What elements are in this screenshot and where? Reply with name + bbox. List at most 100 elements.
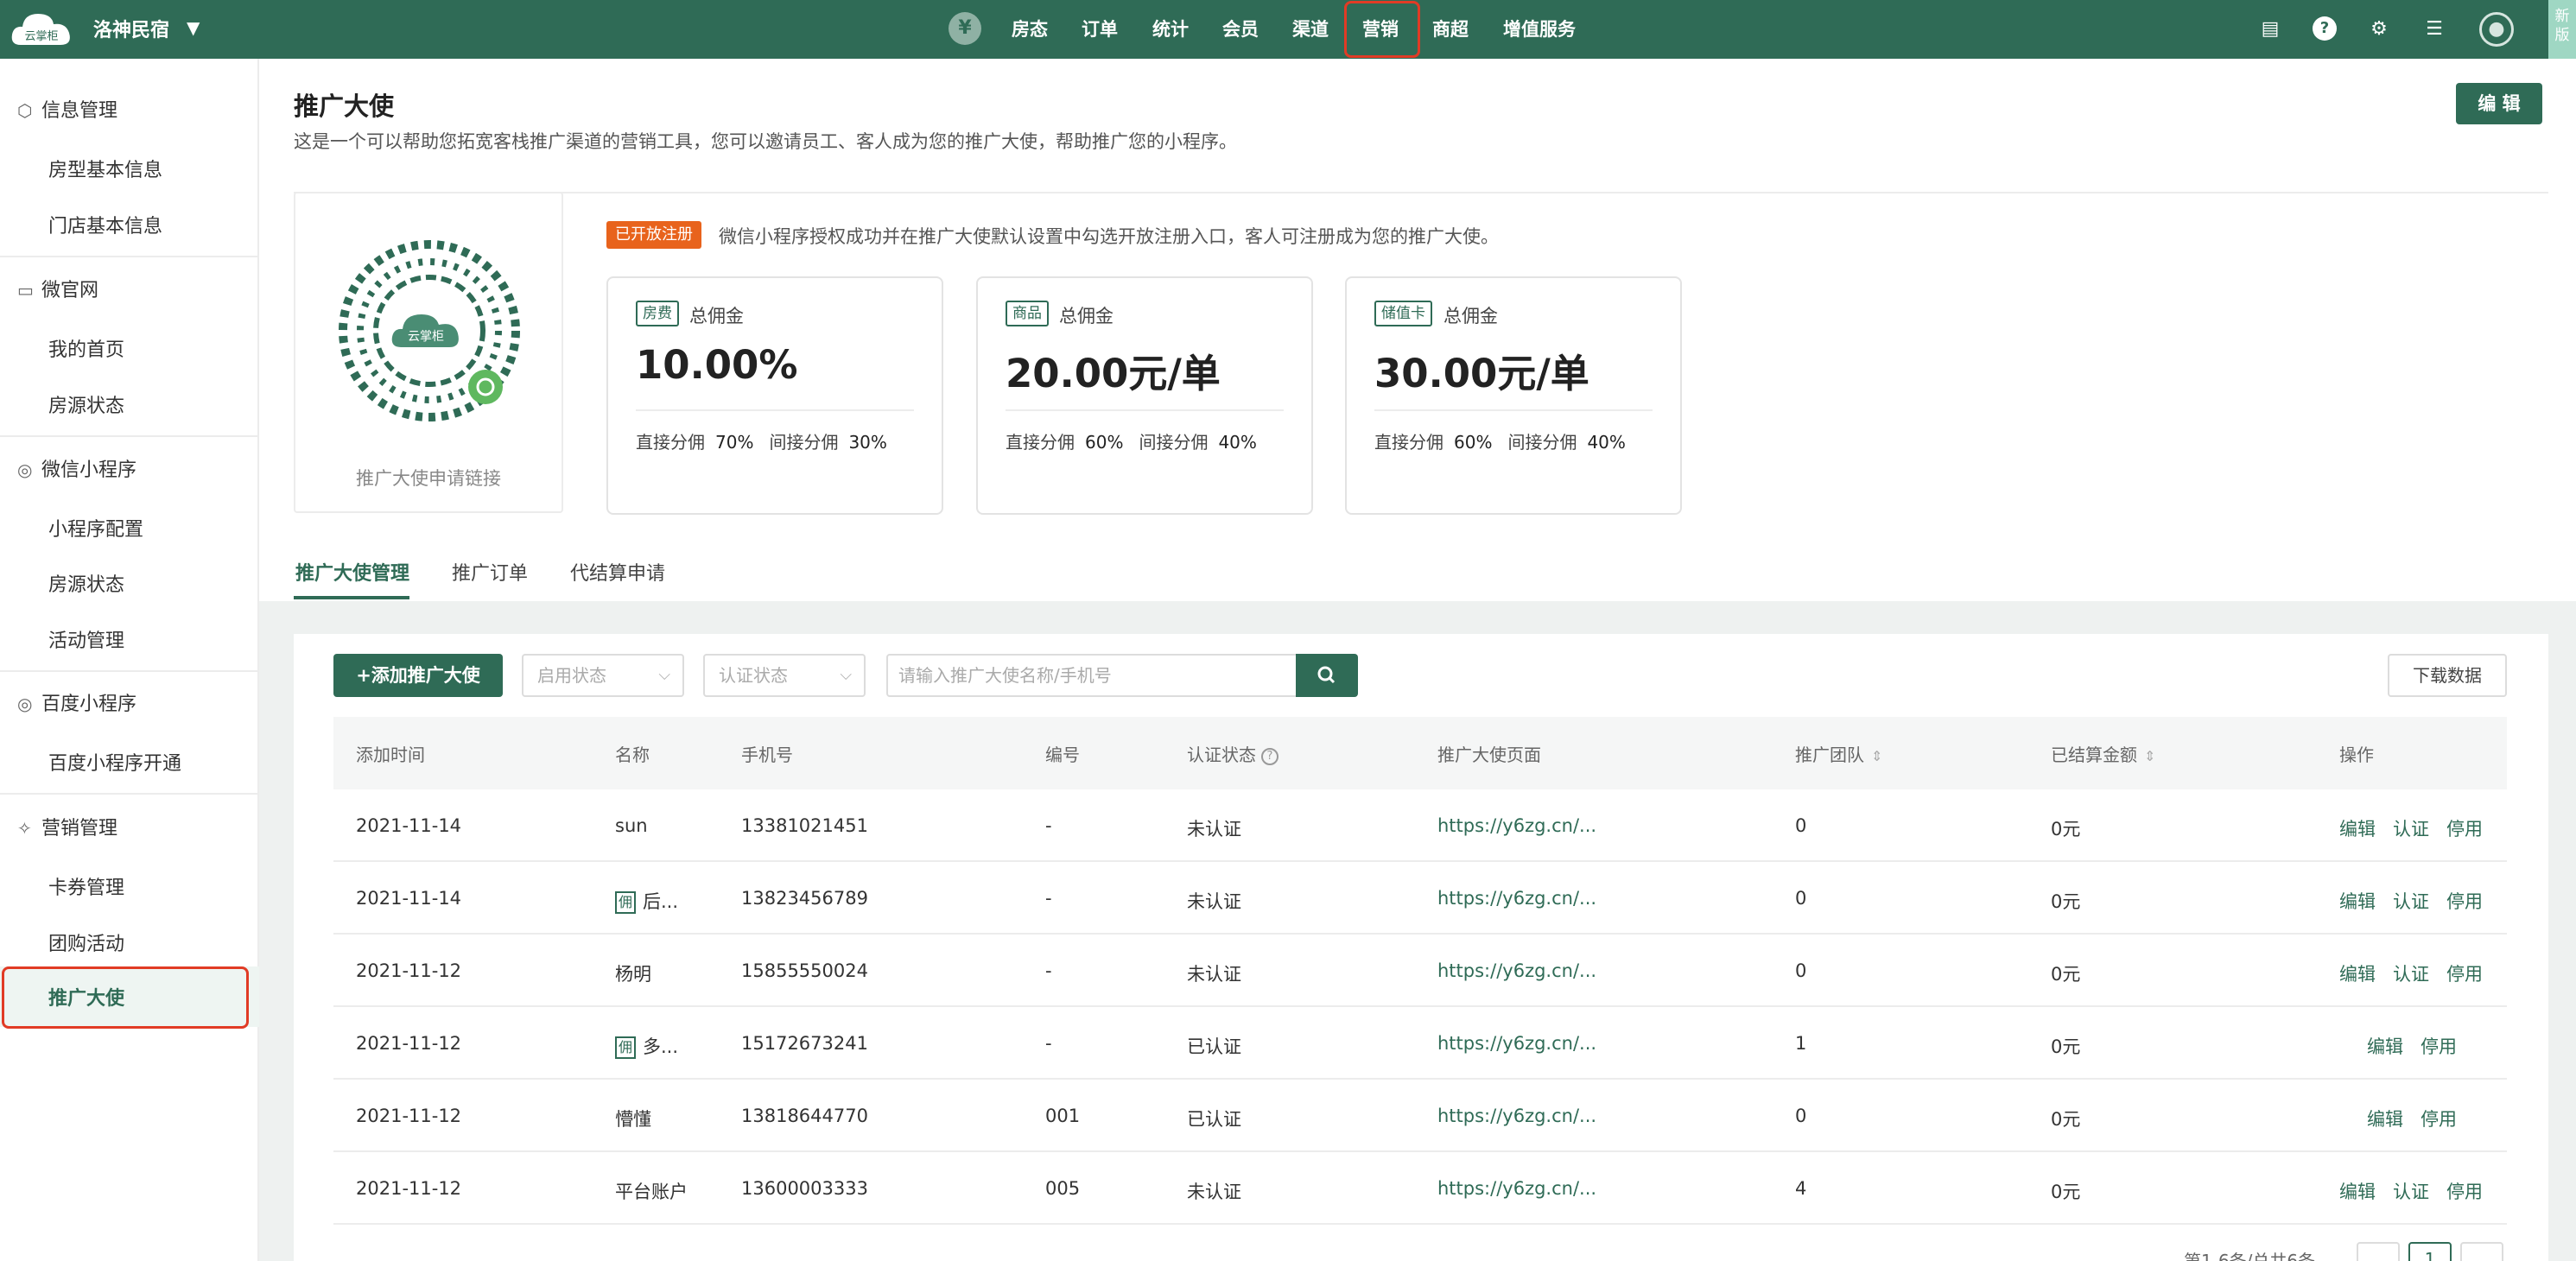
col-auth-status: 认证状态?: [1187, 741, 1278, 766]
disable-link[interactable]: 停用: [2421, 1033, 2457, 1059]
yen-icon[interactable]: ¥: [949, 12, 981, 45]
sort-icon[interactable]: ⇕: [1871, 748, 1882, 764]
sidebar-divider: [0, 793, 257, 795]
cell-date: 2021-11-12: [356, 960, 462, 981]
tab-promotion-orders[interactable]: 推广订单: [452, 558, 528, 586]
sidebar-item-home[interactable]: 我的首页: [48, 334, 124, 362]
cell-date: 2021-11-12: [356, 1106, 462, 1126]
sort-icon[interactable]: ⇕: [2144, 748, 2155, 764]
auth-status-select[interactable]: 认证状态 ⌵: [703, 654, 866, 697]
col-ambassador-page: 推广大使页面: [1437, 745, 1541, 765]
cloud-logo-icon[interactable]: 云掌柜: [9, 7, 74, 52]
enable-status-select[interactable]: 启用状态 ⌵: [522, 654, 684, 697]
nav-orders[interactable]: 订单: [1082, 16, 1118, 43]
verify-link[interactable]: 认证: [2393, 1178, 2429, 1204]
sidebar-section-baidu-mini[interactable]: ◎ 百度小程序: [17, 688, 136, 716]
cell-page-link[interactable]: https://y6zg.cn/...: [1437, 1106, 1596, 1126]
cell-phone: 13381021451: [741, 815, 868, 836]
prev-page-button[interactable]: [2357, 1242, 2400, 1261]
new-version-badge[interactable]: 新版: [2548, 0, 2576, 59]
nav-members[interactable]: 会员: [1222, 16, 1259, 43]
verify-link[interactable]: 认证: [2393, 960, 2429, 986]
sidebar-section-micro-site[interactable]: ▭ 微官网: [17, 275, 98, 302]
edit-link[interactable]: 编辑: [2339, 960, 2376, 986]
sidebar-item-coupons[interactable]: 卡券管理: [48, 872, 124, 900]
disable-link[interactable]: 停用: [2446, 1178, 2483, 1204]
next-page-button[interactable]: [2460, 1242, 2503, 1261]
cell-name: 平台账户: [615, 1182, 688, 1202]
col-settled-amount[interactable]: 已结算金额 ⇕: [2051, 741, 2155, 766]
edit-button[interactable]: 编 辑: [2456, 83, 2542, 124]
disable-link[interactable]: 停用: [2421, 1106, 2457, 1131]
disable-link[interactable]: 停用: [2446, 960, 2483, 986]
nav-channels[interactable]: 渠道: [1292, 16, 1329, 43]
cell-page-link[interactable]: https://y6zg.cn/...: [1437, 960, 1596, 981]
cell-amount: 0元: [2051, 964, 2081, 985]
sidebar-item-group-buy[interactable]: 团购活动: [48, 928, 124, 956]
cell-phone: 13600003333: [741, 1178, 868, 1199]
cell-phone: 13818644770: [741, 1106, 868, 1126]
search-input[interactable]: 请输入推广大使名称/手机号: [886, 654, 1298, 697]
sidebar-item-activity[interactable]: 活动管理: [48, 625, 124, 653]
nav-value-added[interactable]: 增值服务: [1503, 16, 1576, 43]
cell-team: 0: [1795, 888, 1807, 909]
question-circle-icon[interactable]: ?: [1261, 747, 1278, 765]
page-1-button[interactable]: 1: [2408, 1242, 2452, 1261]
edit-link[interactable]: 编辑: [2339, 815, 2376, 841]
sidebar-item-baidu-open[interactable]: 百度小程序开通: [48, 748, 181, 776]
message-icon[interactable]: ▤: [2256, 16, 2284, 43]
verify-link[interactable]: 认证: [2393, 815, 2429, 841]
disable-link[interactable]: 停用: [2446, 815, 2483, 841]
cell-phone: 13823456789: [741, 888, 868, 909]
add-ambassador-button[interactable]: +添加推广大使: [333, 654, 503, 697]
col-code: 编号: [1045, 745, 1080, 765]
section-title: 百度小程序: [41, 694, 137, 715]
nav-store[interactable]: 商超: [1432, 16, 1469, 43]
col-add-time: 添加时间: [356, 745, 425, 765]
edit-link[interactable]: 编辑: [2339, 888, 2376, 914]
sidebar-section-info[interactable]: ⬡ 信息管理: [17, 95, 117, 123]
tab-settlement-requests[interactable]: 代结算申请: [570, 558, 665, 586]
sidebar-item-room-source[interactable]: 房源状态: [48, 390, 124, 418]
stat-label: 总佣金: [689, 306, 744, 326]
avatar-icon[interactable]: ●: [2479, 12, 2514, 47]
page-description: 这是一个可以帮助您拓宽客栈推广渠道的营销工具，您可以邀请员工、客人成为您的推广大…: [294, 131, 1237, 152]
edit-link[interactable]: 编辑: [2339, 1178, 2376, 1204]
sidebar-item-store-info[interactable]: 门店基本信息: [48, 211, 162, 238]
nav-statistics[interactable]: 统计: [1152, 16, 1189, 43]
sidebar: [0, 59, 259, 1261]
cell-page-link[interactable]: https://y6zg.cn/...: [1437, 888, 1596, 909]
cell-name: 懵懂: [615, 1109, 651, 1130]
sidebar-item-mini-room-source[interactable]: 房源状态: [48, 569, 124, 597]
menu-icon[interactable]: ☰: [2421, 16, 2448, 43]
edit-link[interactable]: 编辑: [2367, 1033, 2403, 1059]
stat-divider: [636, 409, 914, 411]
sidebar-section-marketing[interactable]: ✧ 营销管理: [17, 813, 117, 840]
verify-link[interactable]: 认证: [2393, 888, 2429, 914]
nav-room-status[interactable]: 房态: [1012, 16, 1048, 43]
qr-center-text: 云掌柜: [408, 330, 444, 344]
disable-link[interactable]: 停用: [2446, 888, 2483, 914]
page-title: 推广大使: [294, 92, 395, 121]
col-team[interactable]: 推广团队 ⇕: [1795, 741, 1882, 766]
help-icon[interactable]: ?: [2313, 16, 2337, 41]
cell-page-link[interactable]: https://y6zg.cn/...: [1437, 1178, 1596, 1199]
stat-label: 总佣金: [1059, 306, 1114, 326]
edit-link[interactable]: 编辑: [2367, 1106, 2403, 1131]
stat-value: 30.00元/单: [1374, 351, 1589, 396]
shop-name[interactable]: 洛神民宿: [93, 15, 169, 42]
stat-value: 20.00元/单: [1006, 351, 1221, 396]
stat-split: 直接分佣 60% 间接分佣 40%: [1006, 432, 1257, 453]
sidebar-item-mini-config[interactable]: 小程序配置: [48, 514, 143, 542]
tab-ambassador-management[interactable]: 推广大使管理: [295, 558, 409, 586]
caret-down-icon[interactable]: ▼: [187, 17, 200, 38]
sidebar-item-room-type[interactable]: 房型基本信息: [48, 155, 162, 182]
chevron-down-icon: ⌵: [658, 666, 670, 684]
gear-icon[interactable]: ⚙: [2365, 16, 2393, 43]
cell-name: 杨明: [615, 964, 651, 985]
sidebar-section-wechat-mini[interactable]: ◎ 微信小程序: [17, 454, 136, 482]
search-button[interactable]: [1296, 654, 1358, 697]
cell-page-link[interactable]: https://y6zg.cn/...: [1437, 1033, 1596, 1054]
download-data-button[interactable]: 下载数据: [2388, 654, 2507, 697]
cell-page-link[interactable]: https://y6zg.cn/...: [1437, 815, 1596, 836]
